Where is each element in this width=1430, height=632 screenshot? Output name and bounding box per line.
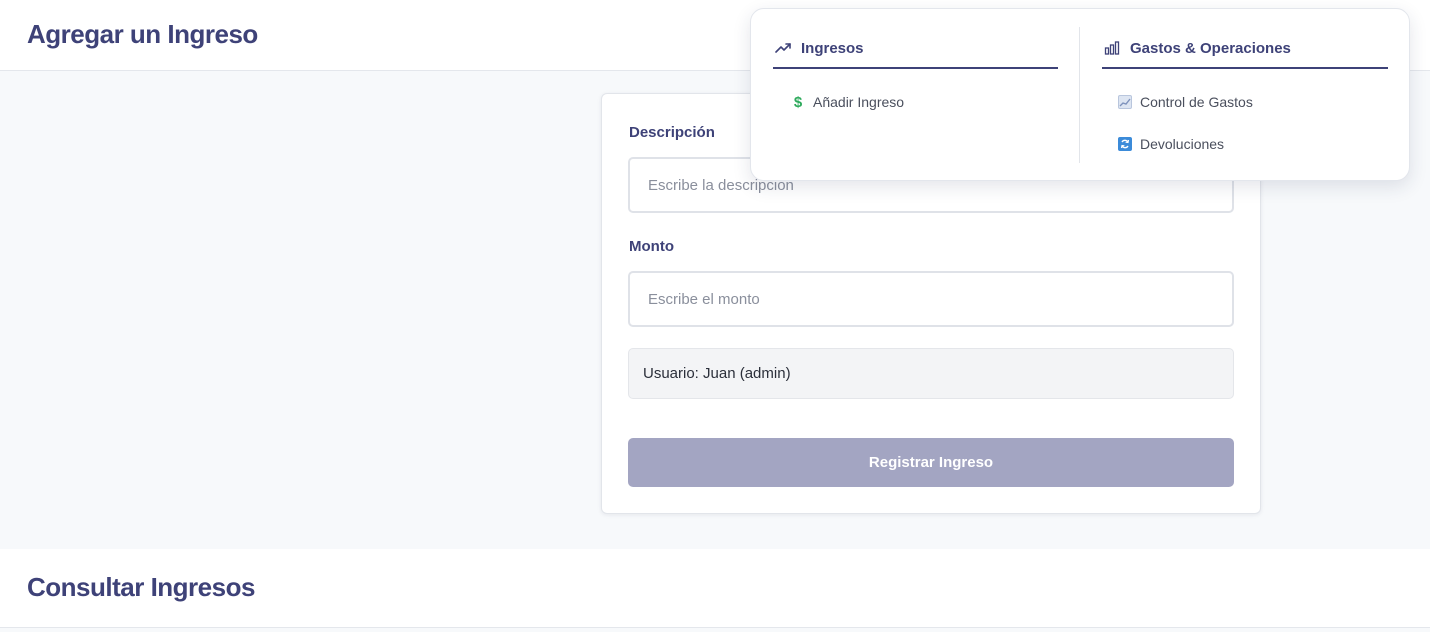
menu-item-expense-control[interactable]: Control de Gastos xyxy=(1118,89,1253,115)
add-income-title: Agregar un Ingreso xyxy=(27,19,258,49)
query-income-header: Consultar Ingresos xyxy=(0,549,1430,628)
trending-up-icon xyxy=(775,40,791,56)
menu-item-add-income[interactable]: $ Añadir Ingreso xyxy=(791,89,904,115)
menu-divider xyxy=(1079,27,1080,163)
query-income-title: Consultar Ingresos xyxy=(27,572,255,602)
refresh-icon xyxy=(1118,137,1132,151)
income-menu-column: Ingresos $ Añadir Ingreso xyxy=(773,9,1058,182)
navigation-dropdown-menu: Ingresos $ Añadir Ingreso Gastos & Opera… xyxy=(750,8,1410,181)
dollar-icon: $ xyxy=(793,93,803,111)
description-label: Descripción xyxy=(629,124,715,141)
menu-item-refunds[interactable]: Devoluciones xyxy=(1118,131,1224,157)
menu-item-expense-control-label: Control de Gastos xyxy=(1140,94,1253,110)
register-income-button[interactable]: Registrar Ingreso xyxy=(628,438,1234,487)
expenses-menu-heading[interactable]: Gastos & Operaciones xyxy=(1102,29,1388,69)
amount-label: Monto xyxy=(629,238,674,255)
user-info-text: Usuario: Juan (admin) xyxy=(643,365,791,382)
user-info-box: Usuario: Juan (admin) xyxy=(628,348,1234,399)
menu-item-refunds-label: Devoluciones xyxy=(1140,136,1225,152)
bar-chart-icon xyxy=(1104,40,1120,56)
expenses-menu-title: Gastos & Operaciones xyxy=(1130,39,1291,57)
menu-item-add-income-label: Añadir Ingreso xyxy=(813,94,905,110)
income-menu-heading[interactable]: Ingresos xyxy=(773,29,1058,69)
chart-line-icon xyxy=(1118,95,1132,109)
expenses-menu-column: Gastos & Operaciones Control de Gastos D… xyxy=(1102,9,1388,182)
amount-input[interactable] xyxy=(628,271,1234,327)
income-menu-title: Ingresos xyxy=(801,39,864,57)
